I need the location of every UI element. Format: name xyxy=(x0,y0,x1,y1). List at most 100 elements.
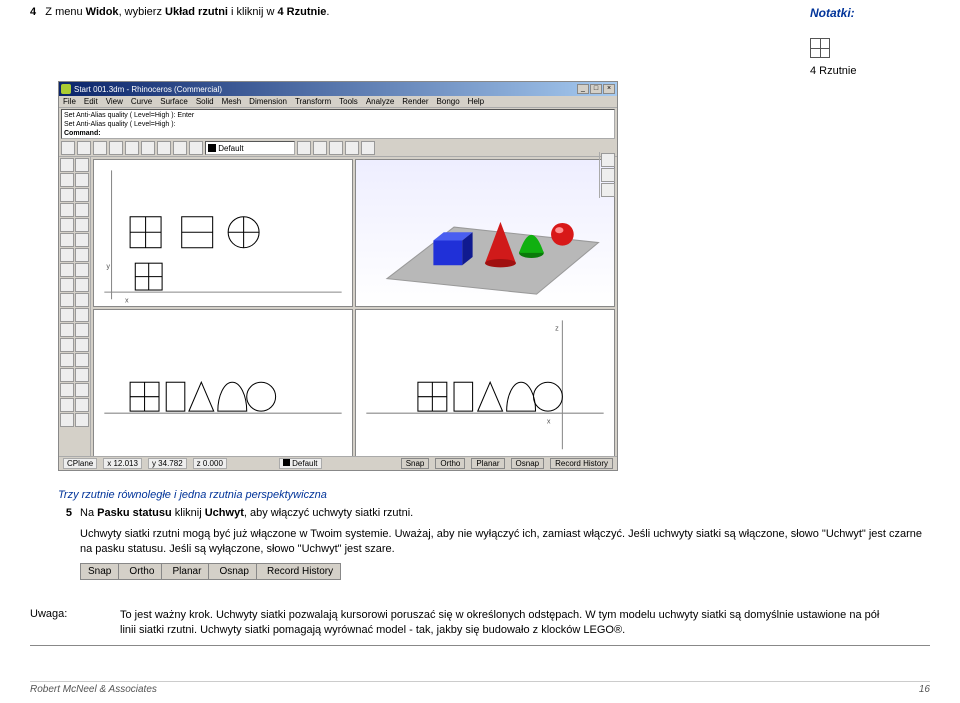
menu-item[interactable]: File xyxy=(63,97,76,106)
osnap-end-icon[interactable] xyxy=(601,153,615,167)
ortho-btn[interactable]: Ortho xyxy=(122,564,162,579)
arc-icon[interactable] xyxy=(75,188,89,202)
viewport-perspective[interactable] xyxy=(355,159,615,307)
mesh-icon[interactable] xyxy=(60,263,74,277)
properties-icon[interactable] xyxy=(313,141,327,155)
viewport-front[interactable] xyxy=(93,309,353,457)
menu-item[interactable]: Solid xyxy=(196,97,214,106)
new-icon[interactable] xyxy=(61,141,75,155)
move-icon[interactable] xyxy=(60,278,74,292)
sb-osnap[interactable]: Osnap xyxy=(511,458,545,469)
snap-btn[interactable]: Snap xyxy=(81,564,119,579)
split-icon[interactable] xyxy=(75,323,89,337)
rect-icon[interactable] xyxy=(60,203,74,217)
point-icon[interactable] xyxy=(60,233,74,247)
menu-item[interactable]: Transform xyxy=(295,97,331,106)
osnap-toolbar xyxy=(599,152,616,198)
mirror-icon[interactable] xyxy=(60,308,74,322)
print-icon[interactable] xyxy=(109,141,123,155)
ellipse-icon[interactable] xyxy=(75,218,89,232)
menu-item[interactable]: Dimension xyxy=(249,97,287,106)
snap-toolbar-image: Snap Ortho Planar Osnap Record History xyxy=(80,563,341,580)
join-icon[interactable] xyxy=(60,338,74,352)
sweep-icon[interactable] xyxy=(60,383,74,397)
lasso-icon[interactable] xyxy=(75,158,89,172)
blue-caption: Trzy rzutnie równoległe i jedna rzutnia … xyxy=(58,489,930,501)
pointer-icon[interactable] xyxy=(60,158,74,172)
notes-sub: 4 Rzutnie xyxy=(810,65,930,77)
cmd-history-line: Set Anti-Alias quality ( Level=High ): E… xyxy=(64,111,612,120)
viewport-right[interactable]: z x xyxy=(355,309,615,457)
rhino-app-icon xyxy=(61,84,71,94)
render-icon[interactable] xyxy=(329,141,343,155)
menu-item[interactable]: Surface xyxy=(160,97,188,106)
boolean-icon[interactable] xyxy=(60,398,74,412)
polyline-icon[interactable] xyxy=(75,173,89,187)
open-icon[interactable] xyxy=(77,141,91,155)
footer-page: 16 xyxy=(919,684,930,695)
menu-item[interactable]: Bongo xyxy=(437,97,460,106)
cmd-prompt: Command: xyxy=(64,130,101,137)
command-area[interactable]: Set Anti-Alias quality ( Level=High ): E… xyxy=(61,109,615,139)
copy2-icon[interactable] xyxy=(75,278,89,292)
viewport-top[interactable]: y x xyxy=(93,159,353,307)
line-icon[interactable] xyxy=(60,173,74,187)
menu-item[interactable]: Mesh xyxy=(222,97,242,106)
chamfer-icon[interactable] xyxy=(75,353,89,367)
osnap-cen-icon[interactable] xyxy=(601,183,615,197)
undo-icon[interactable] xyxy=(173,141,187,155)
sb-layer[interactable]: Default xyxy=(279,458,322,469)
footer-author: Robert McNeel & Associates xyxy=(30,684,157,695)
scale-icon[interactable] xyxy=(75,293,89,307)
close-button[interactable]: × xyxy=(603,84,615,94)
rotate-icon[interactable] xyxy=(60,293,74,307)
fillet-icon[interactable] xyxy=(60,353,74,367)
menu-item[interactable]: Analyze xyxy=(366,97,394,106)
svg-text:y: y xyxy=(106,261,110,270)
menu-item[interactable]: Tools xyxy=(339,97,358,106)
sb-record[interactable]: Record History xyxy=(550,458,613,469)
dimension-icon[interactable] xyxy=(60,413,74,427)
paste-icon[interactable] xyxy=(157,141,171,155)
redo-icon[interactable] xyxy=(189,141,203,155)
array-icon[interactable] xyxy=(75,308,89,322)
planar-btn[interactable]: Planar xyxy=(166,564,210,579)
explode-icon[interactable] xyxy=(75,338,89,352)
sb-snap[interactable]: Snap xyxy=(401,458,430,469)
save-icon[interactable] xyxy=(93,141,107,155)
analysis-icon[interactable] xyxy=(75,398,89,412)
copy-icon[interactable] xyxy=(141,141,155,155)
step4-text: 4 Z menu Widok, wybierz Układ rzutni i k… xyxy=(30,6,329,18)
maximize-button[interactable]: □ xyxy=(590,84,602,94)
menu-item[interactable]: Render xyxy=(402,97,428,106)
notes-title: Notatki: xyxy=(810,6,930,20)
options-icon[interactable] xyxy=(345,141,359,155)
surface-icon[interactable] xyxy=(60,248,74,262)
revolve-icon[interactable] xyxy=(75,383,89,397)
record-btn[interactable]: Record History xyxy=(260,564,340,579)
osnap-mid-icon[interactable] xyxy=(601,168,615,182)
curve-icon[interactable] xyxy=(60,218,74,232)
transform-icon[interactable] xyxy=(75,263,89,277)
circle-icon[interactable] xyxy=(60,188,74,202)
layer-selector[interactable]: Default xyxy=(205,141,295,155)
minimize-button[interactable]: _ xyxy=(577,84,589,94)
polygon-icon[interactable] xyxy=(75,203,89,217)
osnap-btn[interactable]: Osnap xyxy=(212,564,256,579)
help-icon[interactable] xyxy=(361,141,375,155)
hatch-icon[interactable] xyxy=(75,413,89,427)
trim-icon[interactable] xyxy=(60,323,74,337)
solid-icon[interactable] xyxy=(75,248,89,262)
menu-item[interactable]: View xyxy=(106,97,123,106)
loft-icon[interactable] xyxy=(75,368,89,382)
sb-planar[interactable]: Planar xyxy=(471,458,504,469)
layers-icon[interactable] xyxy=(297,141,311,155)
menu-item[interactable]: Help xyxy=(468,97,484,106)
cut-icon[interactable] xyxy=(125,141,139,155)
text-icon[interactable] xyxy=(75,233,89,247)
sb-ortho[interactable]: Ortho xyxy=(435,458,465,469)
extrude-icon[interactable] xyxy=(60,368,74,382)
cmd-history-line: Set Anti-Alias quality ( Level=High ): xyxy=(64,120,612,129)
menu-item[interactable]: Edit xyxy=(84,97,98,106)
menu-item[interactable]: Curve xyxy=(131,97,152,106)
